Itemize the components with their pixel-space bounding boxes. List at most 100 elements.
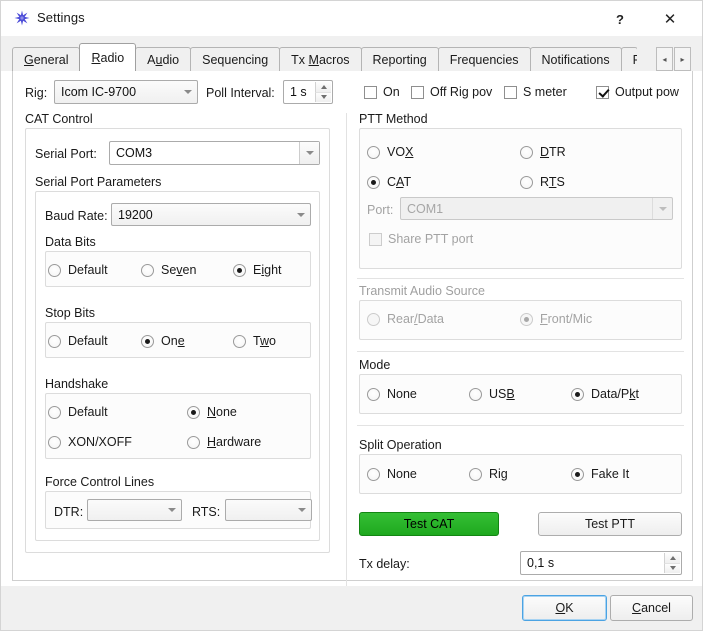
spin-down-icon[interactable] (664, 563, 680, 573)
baud-rate-combobox[interactable]: 19200 (111, 203, 311, 226)
serial-port-combobox[interactable]: COM3 (109, 141, 320, 165)
radio-label: Default (68, 405, 108, 419)
tab-notifications[interactable]: Notifications (529, 47, 622, 71)
radio-ptt-cat[interactable]: CAT (367, 175, 411, 189)
cancel-button[interactable]: Cancel (610, 595, 693, 621)
radio-label: Rig (489, 467, 508, 481)
tab-tx-macros[interactable]: Tx Macros (279, 47, 362, 71)
close-icon[interactable]: ✕ (648, 4, 692, 34)
tab-general[interactable]: General (12, 47, 81, 71)
tab-sequencing[interactable]: Sequencing (190, 47, 281, 71)
radio-handshake-default[interactable]: Default (48, 405, 108, 419)
radio-dot (367, 467, 380, 481)
test-ptt-button[interactable]: Test PTT (538, 512, 682, 536)
radio-label: Fake It (591, 467, 630, 481)
spin-up-icon[interactable] (315, 82, 331, 93)
tab-frequencies[interactable]: Frequencies (437, 47, 531, 71)
poll-interval-stepper[interactable]: 1 s (283, 80, 333, 104)
tab-scroll-right-icon[interactable]: ▸ (674, 47, 691, 71)
checkbox-on[interactable]: On (364, 85, 400, 99)
chevron-down-icon[interactable] (291, 204, 310, 225)
chevron-down-icon[interactable] (299, 142, 319, 164)
radio-label: USB (489, 387, 515, 401)
radio-mode-none[interactable]: None (367, 387, 417, 401)
radio-data-bits-eight[interactable]: Eight (233, 263, 282, 277)
radio-label: Data/Pkt (591, 387, 639, 401)
help-button[interactable]: ? (598, 4, 642, 34)
tx-delay-stepper[interactable]: 0,1 s (520, 551, 682, 575)
title-bar: Settings ? ✕ (0, 0, 703, 36)
radio-dot (367, 145, 380, 159)
radio-stop-bits-one[interactable]: One (141, 334, 185, 348)
dtr-label: DTR: (54, 505, 84, 519)
checkbox-output-power[interactable]: Output pow (596, 85, 679, 99)
radio-split-rig[interactable]: Rig (469, 467, 508, 481)
rig-combobox[interactable]: Icom IC-9700 (54, 80, 198, 104)
radio-mode-data-pkt[interactable]: Data/Pkt (571, 387, 639, 401)
radio-audio-front-mic: Front/Mic (520, 312, 592, 326)
ok-button[interactable]: OK (522, 595, 607, 621)
tab-scroll-left-icon[interactable]: ◂ (656, 47, 673, 71)
tab-filters[interactable]: Filt (620, 47, 637, 71)
checkbox-box (411, 85, 424, 99)
radio-split-fake-it[interactable]: Fake It (571, 467, 629, 481)
checkbox-label: On (383, 85, 400, 99)
test-cat-button[interactable]: Test CAT (359, 512, 499, 536)
radio-handshake-hardware[interactable]: Hardware (187, 435, 261, 449)
tab-radio[interactable]: Radio (79, 43, 137, 71)
cat-control-title: CAT Control (25, 112, 93, 126)
tab-label: Reporting (372, 52, 427, 67)
tab-reporting[interactable]: Reporting (360, 47, 439, 71)
star-icon (14, 10, 30, 26)
poll-interval-value: 1 s (290, 85, 307, 99)
radio-label: Seven (161, 263, 197, 277)
radio-label: None (387, 387, 417, 401)
spin-up-icon[interactable] (664, 553, 680, 564)
radio-label: VOX (387, 145, 414, 159)
chevron-down-icon (652, 198, 672, 219)
radio-dot (367, 175, 380, 189)
checkbox-off-rig-power[interactable]: Off Rig pov (411, 85, 492, 99)
serial-port-value: COM3 (116, 146, 153, 160)
radio-dot (367, 387, 380, 401)
radio-stop-bits-default[interactable]: Default (48, 334, 108, 348)
radio-dot (48, 334, 61, 348)
tx-delay-value: 0,1 s (527, 556, 555, 570)
radio-stop-bits-two[interactable]: Two (233, 334, 276, 348)
rig-value: Icom IC-9700 (61, 85, 137, 99)
radio-handshake-none[interactable]: None (187, 405, 237, 419)
radio-dot (367, 312, 380, 326)
tab-audio[interactable]: Audio (135, 47, 192, 71)
poll-interval-spin-buttons[interactable] (315, 82, 331, 102)
spin-down-icon[interactable] (315, 92, 331, 102)
tab-label: Filt (633, 53, 637, 67)
radio-ptt-vox[interactable]: VOX (367, 145, 413, 159)
radio-handshake-xon-xoff[interactable]: XON/XOFF (48, 435, 132, 449)
radio-ptt-rts[interactable]: RTS (520, 175, 565, 189)
dialog-footer: OK Cancel (0, 586, 703, 631)
radio-label: None (387, 467, 417, 481)
radio-label: RTS (540, 175, 565, 189)
radio-label: Default (68, 263, 108, 277)
checkbox-label: Output pow (615, 85, 679, 99)
tab-label: Notifications (541, 52, 610, 67)
radio-split-none[interactable]: None (367, 467, 417, 481)
baud-rate-label: Baud Rate: (45, 209, 108, 223)
chevron-down-icon[interactable] (162, 500, 181, 520)
rts-combobox[interactable] (225, 499, 312, 521)
radio-dot (48, 405, 61, 419)
radio-mode-usb[interactable]: USB (469, 387, 515, 401)
tab-bar: General Radio Audio Sequencing Tx Macros… (0, 36, 703, 71)
dtr-combobox[interactable] (87, 499, 182, 521)
radio-data-bits-default[interactable]: Default (48, 263, 108, 277)
tx-delay-spin-buttons[interactable] (664, 553, 680, 573)
radio-dot (571, 387, 584, 401)
chevron-down-icon[interactable] (292, 500, 311, 520)
stop-bits-title: Stop Bits (45, 306, 96, 320)
section-divider-2 (357, 351, 684, 352)
radio-data-bits-seven[interactable]: Seven (141, 263, 196, 277)
radio-ptt-dtr[interactable]: DTR (520, 145, 566, 159)
checkbox-s-meter[interactable]: S meter (504, 85, 567, 99)
ptt-port-combobox: COM1 (400, 197, 673, 220)
radio-dot (469, 467, 482, 481)
